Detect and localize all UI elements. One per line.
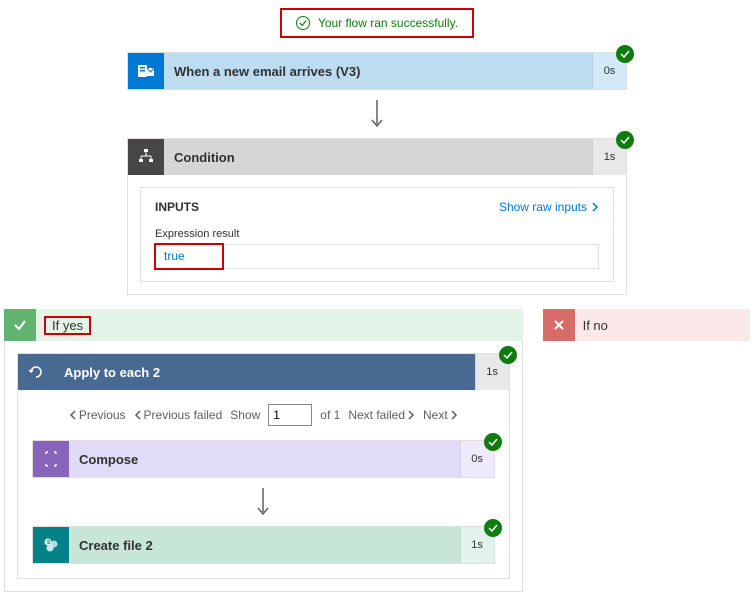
x-icon [543,309,575,341]
success-badge-icon [616,131,634,149]
success-badge-icon [499,346,517,364]
chevron-left-icon [134,410,142,420]
success-badge-icon [484,433,502,451]
success-message: Your flow ran successfully. [318,16,458,30]
inputs-panel: INPUTS Show raw inputs Expression result… [140,187,614,282]
success-badge-icon [616,45,634,63]
if-yes-label: If yes [44,316,91,335]
create-file-card[interactable]: S Create file 2 1s [32,526,495,564]
if-yes-header[interactable]: If yes [4,309,523,341]
page-input[interactable] [268,404,312,426]
next-button[interactable]: Next [423,408,458,422]
compose-title: Compose [69,452,460,467]
if-yes-branch: If yes Apply to each 2 1s [4,309,523,592]
check-icon [4,309,36,341]
condition-icon [128,139,164,175]
show-raw-inputs-link[interactable]: Show raw inputs [499,200,599,214]
chevron-right-icon [450,410,458,420]
if-no-branch: If no [543,309,750,341]
loop-icon [18,354,54,390]
show-label: Show [230,408,260,422]
create-file-title: Create file 2 [69,538,460,553]
next-failed-button[interactable]: Next failed [348,408,415,422]
expression-result-value: true [155,244,599,269]
previous-failed-button[interactable]: Previous failed [134,408,223,422]
success-banner: Your flow ran successfully. [280,8,474,38]
chevron-left-icon [69,410,77,420]
trigger-card[interactable]: When a new email arrives (V3) 0s [127,52,627,90]
outlook-icon [128,53,164,89]
check-circle-icon [296,16,310,30]
success-badge-icon [484,519,502,537]
chevron-right-icon [591,202,599,212]
condition-title: Condition [164,150,592,165]
if-no-label: If no [583,318,608,333]
inputs-label: INPUTS [155,200,199,214]
condition-card[interactable]: Condition 1s INPUTS Show raw inputs Expr… [127,138,627,295]
trigger-title: When a new email arrives (V3) [164,64,592,79]
compose-icon [33,441,69,477]
expression-result-label: Expression result [155,228,599,240]
if-no-header[interactable]: If no [543,309,750,341]
previous-button[interactable]: Previous [69,408,126,422]
iteration-pager: Previous Previous failed Show of 1 Next … [32,404,495,426]
arrow-down-icon [127,90,627,138]
apply-to-each-title: Apply to each 2 [54,365,475,380]
sharepoint-icon: S [33,527,69,563]
arrow-down-icon [32,478,495,526]
chevron-right-icon [407,410,415,420]
of-total-label: of 1 [320,408,340,422]
compose-card[interactable]: Compose 0s [32,440,495,478]
apply-to-each-card[interactable]: Apply to each 2 1s Previous Previous fai… [17,353,510,579]
